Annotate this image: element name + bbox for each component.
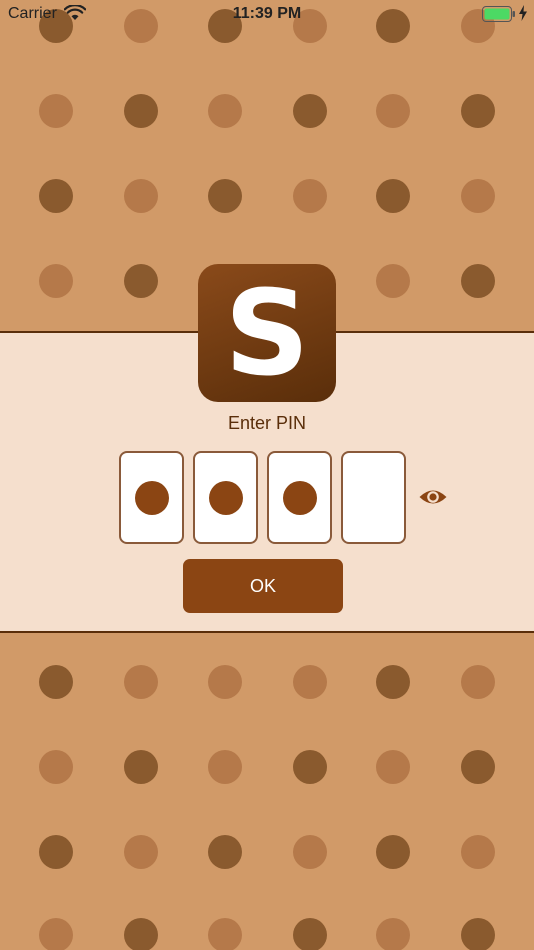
background-dot [376,918,410,950]
pin-digit-box-2[interactable] [193,451,258,544]
background-dot [293,665,327,699]
background-dot [461,750,495,784]
background-dot [376,179,410,213]
background-dot [293,179,327,213]
background-dot [39,918,73,950]
background-dot [461,665,495,699]
background-dot [124,264,158,298]
background-dot [124,835,158,869]
background-dot [376,835,410,869]
background-dot [376,665,410,699]
background-dot [124,94,158,128]
charging-bolt-icon [519,5,527,21]
background-dot [124,750,158,784]
app-logo: S [198,264,336,402]
enter-pin-label: Enter PIN [227,413,307,433]
background-dot [461,918,495,950]
background-dot [39,264,73,298]
background-dot [293,835,327,869]
background-dot [461,179,495,213]
battery-icon [482,6,515,22]
pin-digit-box-3[interactable] [267,451,332,544]
background-dot [293,94,327,128]
pin-dot [282,480,317,515]
background-dot [293,918,327,950]
pin-dot [208,480,243,515]
background-dot [376,264,410,298]
background-dot [39,94,73,128]
background-dot [124,179,158,213]
background-dot [208,179,242,213]
show-pin-eye-icon[interactable] [418,485,448,509]
pin-dot [134,480,169,515]
background-dot [376,94,410,128]
background-dot [39,750,73,784]
clock: 11:39 PM [232,5,302,22]
pin-digit-box-4[interactable] [341,451,406,544]
background-dot [461,264,495,298]
background-dot [39,835,73,869]
background-dot [39,665,73,699]
background-dot [461,835,495,869]
background-dot [39,179,73,213]
status-bar: Carrier 11:39 PM [0,0,534,28]
background-dot [461,94,495,128]
background-dot [208,918,242,950]
pin-digit-box-1[interactable] [119,451,184,544]
background-dot [208,94,242,128]
background-dot [124,918,158,950]
ok-button[interactable]: OK [183,559,343,613]
background-dot [124,665,158,699]
background-dot [208,665,242,699]
background-dot [208,835,242,869]
background-dot [293,750,327,784]
background-dot [208,750,242,784]
background-dot [376,750,410,784]
